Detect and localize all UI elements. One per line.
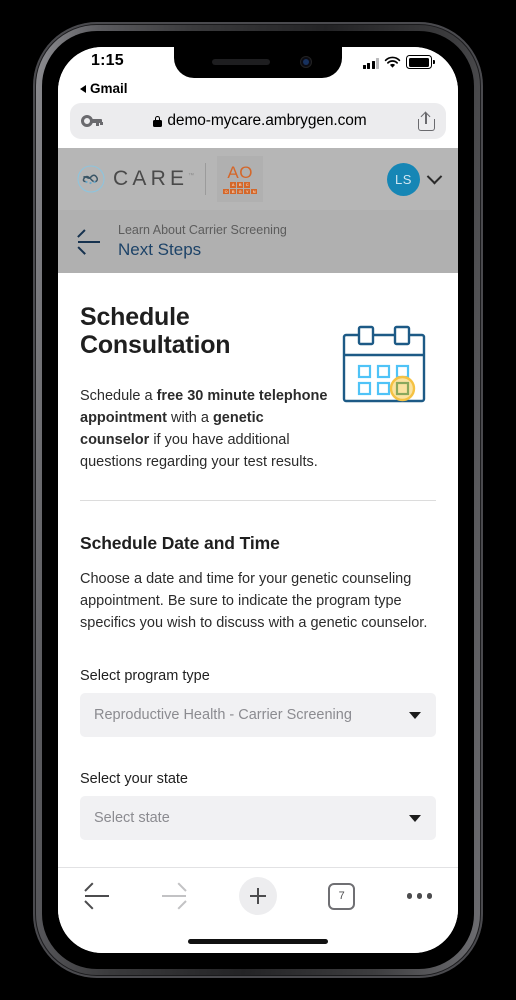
safari-url-bar-container: demo-mycare.ambrygen.com [58,100,458,148]
caret-down-icon [409,815,421,822]
page-back-arrow-icon[interactable] [76,228,102,256]
page-nav-text: Learn About Carrier Screening Next Steps [118,222,287,261]
header-divider [205,163,207,195]
share-icon[interactable] [418,111,435,131]
safari-bottom-toolbar: 7 [58,867,458,953]
site-header: CARE™ AO A B C O B G Y N LS [58,148,458,210]
page-nav-band: Learn About Carrier Screening Next Steps [58,210,458,273]
schedule-date-time-body: Choose a date and time for your genetic … [80,571,428,631]
screenshot-stage: 1:15 Gmail demo-mycare.ambrygen.com CARE… [0,0,516,1000]
program-type-value: Reproductive Health - Carrier Screening [94,707,352,723]
page-title: Next Steps [118,240,202,259]
plus-icon [238,877,277,915]
back-to-app-link[interactable]: Gmail [58,77,458,100]
care-infinity-logo-icon [76,164,106,194]
safari-url-bar[interactable]: demo-mycare.ambrygen.com [70,103,446,139]
state-value: Select state [94,810,170,826]
back-triangle-icon [80,84,86,93]
device-notch [174,47,342,78]
ao-block: A [230,182,237,188]
earpiece-speaker-icon [212,59,270,65]
ao-block: Y [244,188,251,194]
ao-block: O [223,188,230,194]
program-type-label: Select program type [80,668,210,684]
phone-bezel: 1:15 Gmail demo-mycare.ambrygen.com CARE… [42,31,474,969]
ao-block: G [237,188,244,194]
key-icon[interactable] [81,114,103,128]
status-bar-indicators [362,55,435,69]
back-to-app-label: Gmail [90,81,128,96]
battery-icon [406,55,435,69]
schedule-consultation-section: Schedule Consultation Schedule a free 30… [80,303,436,473]
chevron-down-icon[interactable] [426,168,443,184]
care-logo[interactable]: CARE™ [76,164,194,194]
state-select[interactable]: Select state [80,796,436,840]
browser-forward-button[interactable] [161,882,188,910]
phone-screen: 1:15 Gmail demo-mycare.ambrygen.com CARE… [58,47,458,953]
new-tab-button[interactable] [238,877,277,915]
ao-block: B [230,188,237,194]
status-bar-clock: 1:15 [91,52,124,69]
wifi-icon [384,56,401,68]
avatar[interactable]: LS [387,162,420,196]
url-display[interactable]: demo-mycare.ambrygen.com [102,112,418,130]
state-label: Select your state [80,771,188,787]
url-text: demo-mycare.ambrygen.com [167,112,367,129]
ao-block: N [251,188,258,194]
ao-wordmark: AO [227,163,253,182]
trademark-symbol: ™ [188,173,195,179]
tab-overview-button[interactable]: 7 [328,882,356,910]
lock-icon [153,115,163,127]
ao-block: C [244,182,251,188]
section-divider [80,500,436,501]
more-dots-icon[interactable] [406,893,432,899]
cellular-signal-icon [362,58,379,69]
calendar-illustration [340,303,432,473]
phone-device-frame: 1:15 Gmail demo-mycare.ambrygen.com CARE… [33,22,483,978]
front-camera-icon [300,56,312,68]
caret-down-icon [409,712,421,719]
header-account-area: LS [387,162,443,196]
ao-block-row-2: O B G Y N [223,188,258,194]
ao-block-row-1: A B C [230,182,251,188]
ao-logo-blocks: A B C O B G Y N [223,182,258,194]
ao-obgyn-logo[interactable]: AO A B C O B G Y N [217,156,264,202]
page-content: Schedule Consultation Schedule a free 30… [58,273,458,840]
program-type-select[interactable]: Reproductive Health - Carrier Screening [80,693,436,737]
breadcrumb: Learn About Carrier Screening [118,223,287,237]
home-indicator[interactable] [188,939,328,944]
browser-back-button[interactable] [84,882,110,910]
schedule-date-time-heading: Schedule Date and Time [80,533,280,553]
section-heading: Schedule Consultation [80,303,231,359]
care-wordmark: CARE™ [113,167,195,190]
ao-block: B [237,182,244,188]
calendar-icon [342,325,426,403]
intro-paragraph: Schedule a free 30 minute telephone appo… [80,388,328,470]
